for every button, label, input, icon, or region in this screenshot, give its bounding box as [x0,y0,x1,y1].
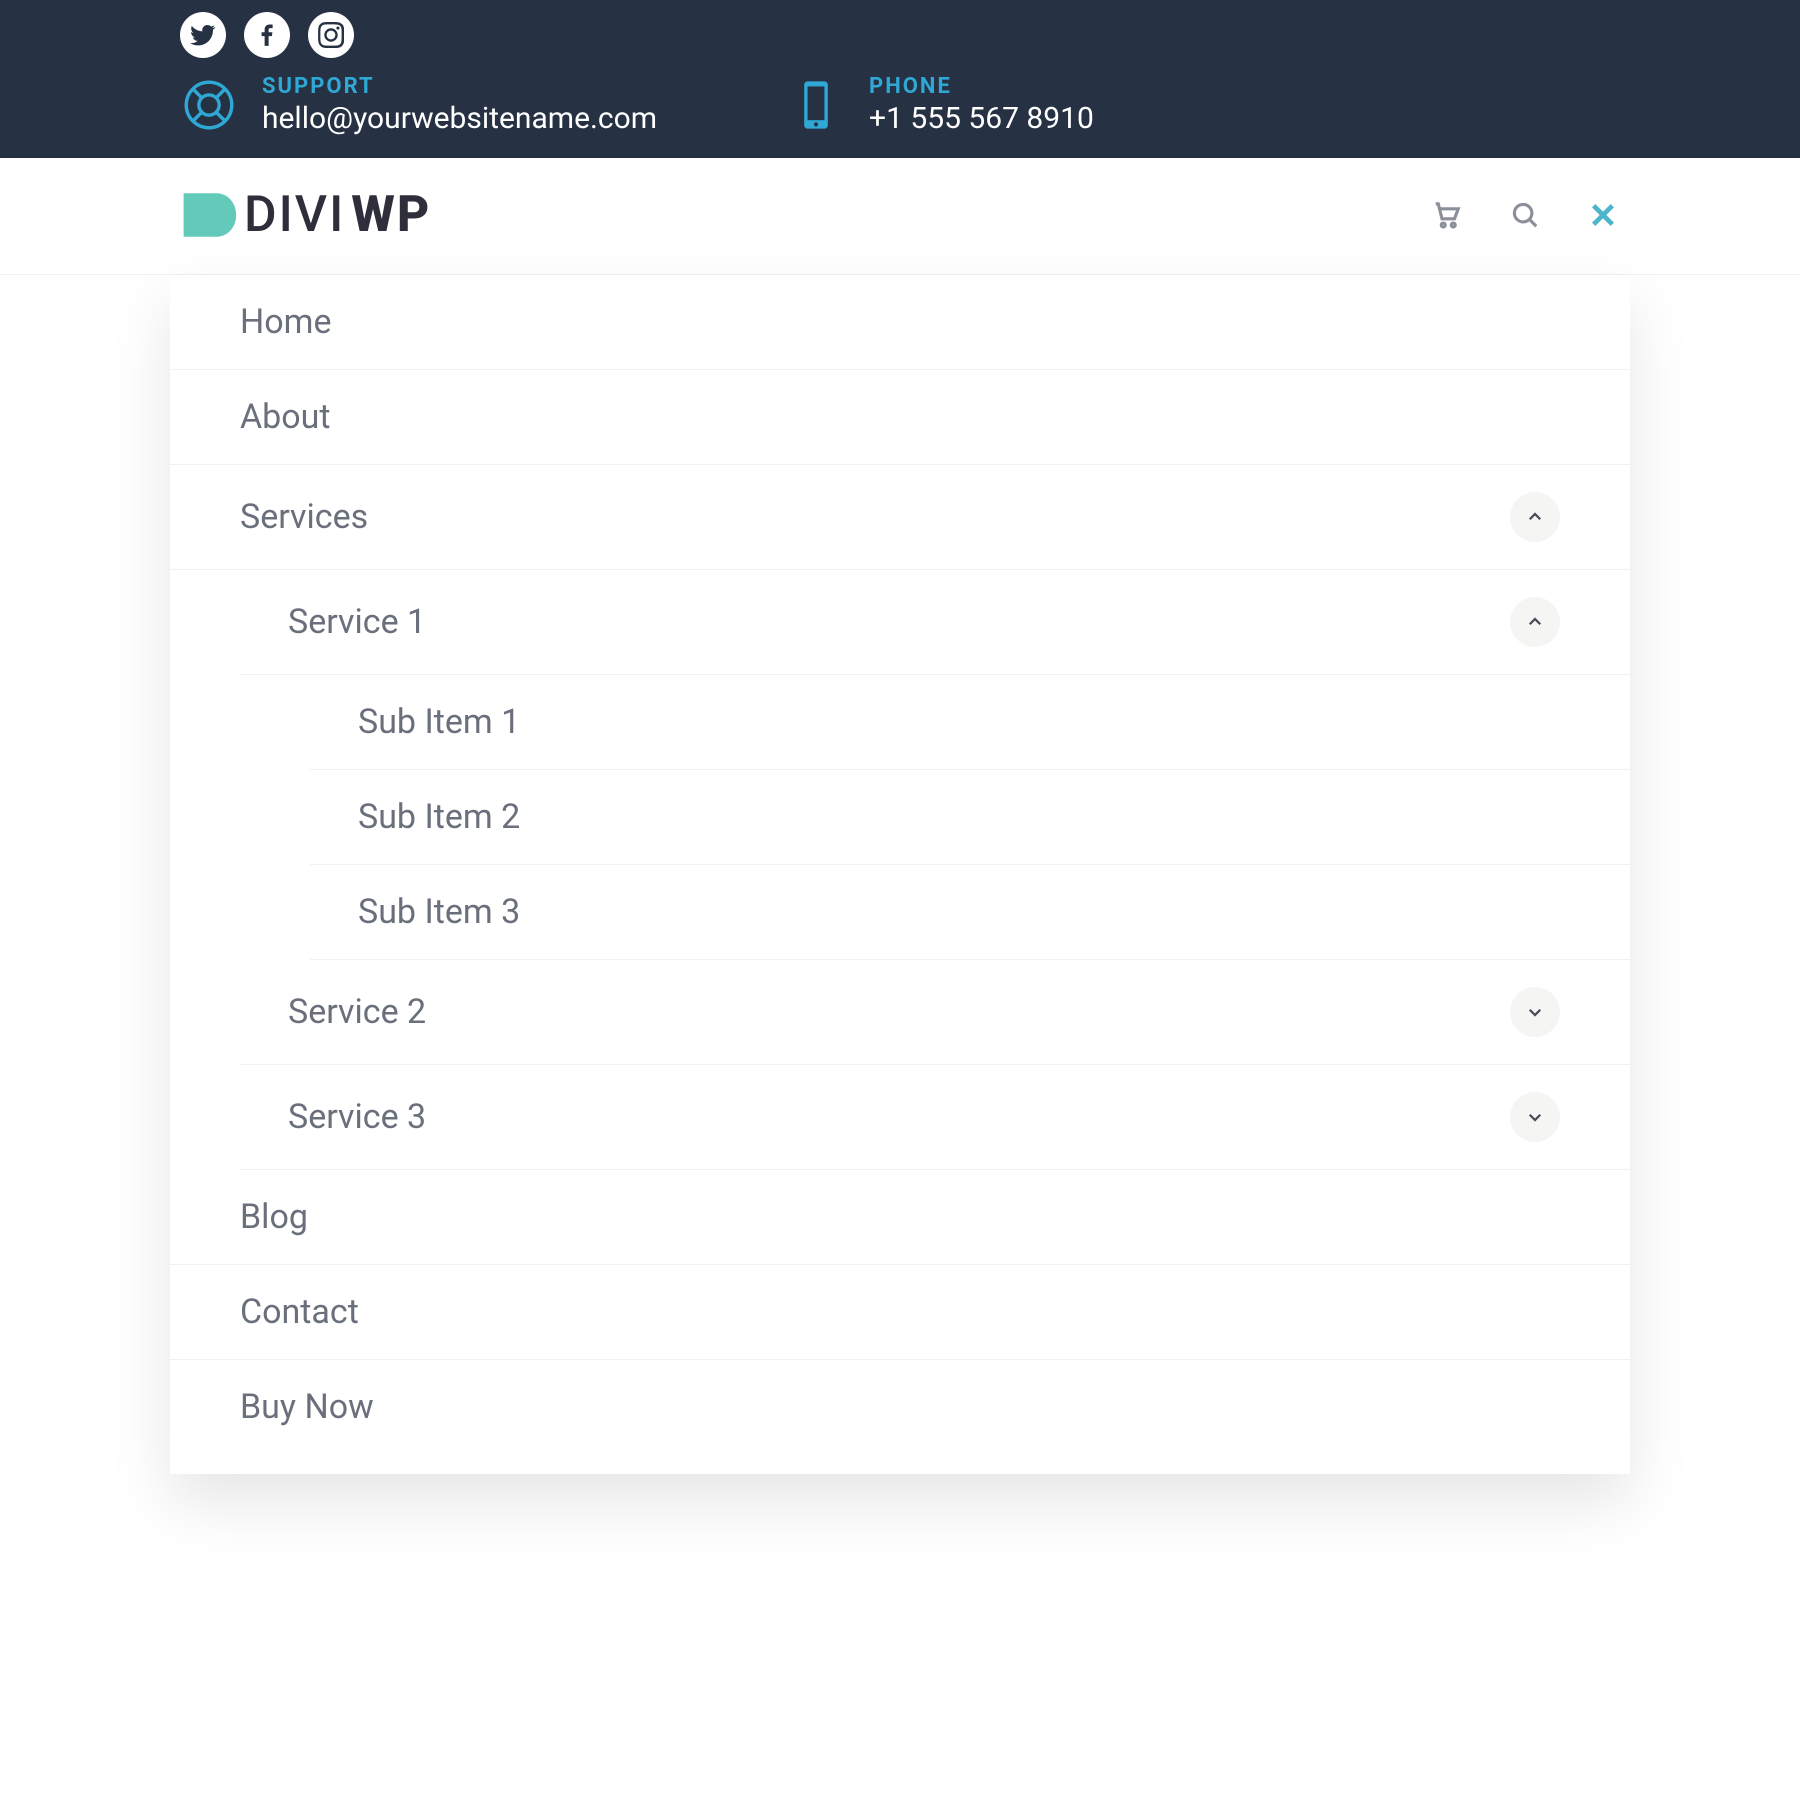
header: DIVIWP [0,158,1800,275]
social-row [180,12,1620,58]
nav-sub-item-1-label: Sub Item 1 [358,702,520,742]
nav-home[interactable]: Home [170,275,1630,370]
nav-service-2[interactable]: Service 2 [240,960,1630,1065]
nav-sub-item-2[interactable]: Sub Item 2 [310,770,1630,865]
nav-blog[interactable]: Blog [170,1170,1630,1265]
lifebuoy-icon [180,76,238,134]
service-1-submenu: Sub Item 1 Sub Item 2 Sub Item 3 [310,675,1630,960]
support-label: SUPPORT [262,74,657,99]
twitter-icon[interactable] [180,12,226,58]
support-value[interactable]: hello@yourwebsitename.com [262,101,657,136]
header-tools [1430,198,1620,232]
topbar: SUPPORT hello@yourwebsitename.com PHONE … [0,0,1800,158]
logo-text-part2: WP [351,186,431,244]
nav-services[interactable]: Services [170,465,1630,570]
nav-service-3[interactable]: Service 3 [240,1065,1630,1170]
phone-block: PHONE +1 555 567 8910 [787,74,1094,136]
chevron-up-icon[interactable] [1510,597,1560,647]
chevron-down-icon[interactable] [1510,987,1560,1037]
nav-sub-item-1[interactable]: Sub Item 1 [310,675,1630,770]
nav-buy-now-label: Buy Now [240,1387,374,1427]
nav-about-label: About [240,397,331,437]
contact-row: SUPPORT hello@yourwebsitename.com PHONE … [180,74,1620,136]
phone-label: PHONE [869,74,1094,99]
facebook-icon[interactable] [244,12,290,58]
nav-contact[interactable]: Contact [170,1265,1630,1360]
instagram-icon[interactable] [308,12,354,58]
chevron-up-icon[interactable] [1510,492,1560,542]
support-block: SUPPORT hello@yourwebsitename.com [180,74,657,136]
nav-service-1[interactable]: Service 1 [240,570,1630,675]
cart-icon[interactable] [1430,198,1464,232]
chevron-down-icon[interactable] [1510,1092,1560,1142]
nav-sub-item-3-label: Sub Item 3 [358,892,520,932]
nav-service-1-label: Service 1 [288,602,426,642]
nav-sub-item-3[interactable]: Sub Item 3 [310,865,1630,960]
phone-icon [787,76,845,134]
close-icon[interactable] [1586,198,1620,232]
nav-services-label: Services [240,497,368,537]
nav-contact-label: Contact [240,1292,359,1332]
services-submenu: Service 1 Sub Item 1 Sub Item 2 Sub Item… [240,570,1630,1170]
search-icon[interactable] [1508,198,1542,232]
mobile-menu: Home About Services Service 1 Sub Item 1… [170,275,1630,1474]
phone-value[interactable]: +1 555 567 8910 [869,101,1094,136]
nav-buy-now[interactable]: Buy Now [170,1360,1630,1454]
nav-blog-label: Blog [240,1197,308,1237]
logo[interactable]: DIVIWP [180,186,431,244]
nav-service-2-label: Service 2 [288,992,426,1032]
nav-service-3-label: Service 3 [288,1097,426,1137]
nav-about[interactable]: About [170,370,1630,465]
logo-text-part1: DIVI [244,186,345,244]
nav-home-label: Home [240,302,332,342]
logo-mark-icon [180,186,238,244]
nav-sub-item-2-label: Sub Item 2 [358,797,520,837]
